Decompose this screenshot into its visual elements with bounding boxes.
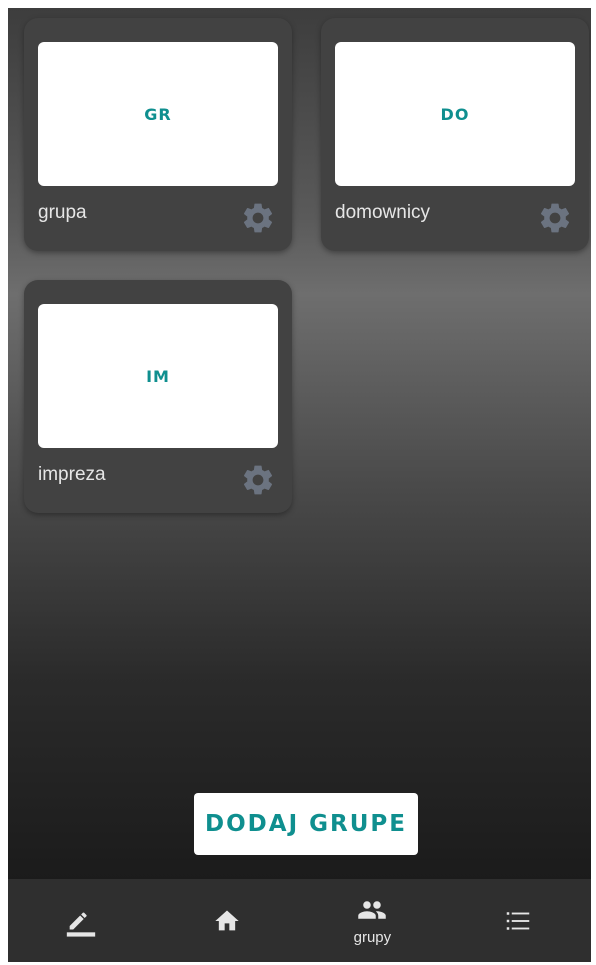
bottom-navigation: grupy: [8, 879, 591, 962]
add-group-button[interactable]: DODAJ GRUPE: [194, 793, 418, 855]
group-thumbnail[interactable]: GR: [38, 42, 278, 186]
group-initials: DO: [440, 104, 470, 124]
pencil-icon: [66, 912, 96, 937]
app-screen: GR grupa DO domownicy IM impreza DODAJ G…: [8, 8, 591, 962]
home-icon: [214, 910, 239, 930]
gear-icon[interactable]: [240, 462, 276, 498]
group-card-domownicy[interactable]: DO domownicy: [321, 18, 589, 251]
nav-item-home[interactable]: [154, 879, 300, 962]
nav-label-groups: grupy: [353, 929, 392, 946]
list-icon: [506, 911, 530, 930]
nav-item-groups[interactable]: grupy: [300, 879, 446, 962]
group-card-grupa[interactable]: GR grupa: [24, 18, 292, 251]
nav-item-list[interactable]: [445, 879, 591, 962]
group-card-impreza[interactable]: IM impreza: [24, 280, 292, 513]
gear-icon[interactable]: [537, 200, 573, 236]
group-name: impreza: [38, 464, 106, 485]
group-thumbnail[interactable]: DO: [335, 42, 575, 186]
group-initials: GR: [144, 104, 172, 124]
gear-icon[interactable]: [240, 200, 276, 236]
group-name: domownicy: [335, 202, 431, 223]
group-thumbnail[interactable]: IM: [38, 304, 278, 448]
group-name: grupa: [38, 202, 87, 223]
people-icon: [358, 901, 387, 919]
group-initials: IM: [146, 366, 170, 386]
nav-item-edit[interactable]: [8, 879, 154, 962]
